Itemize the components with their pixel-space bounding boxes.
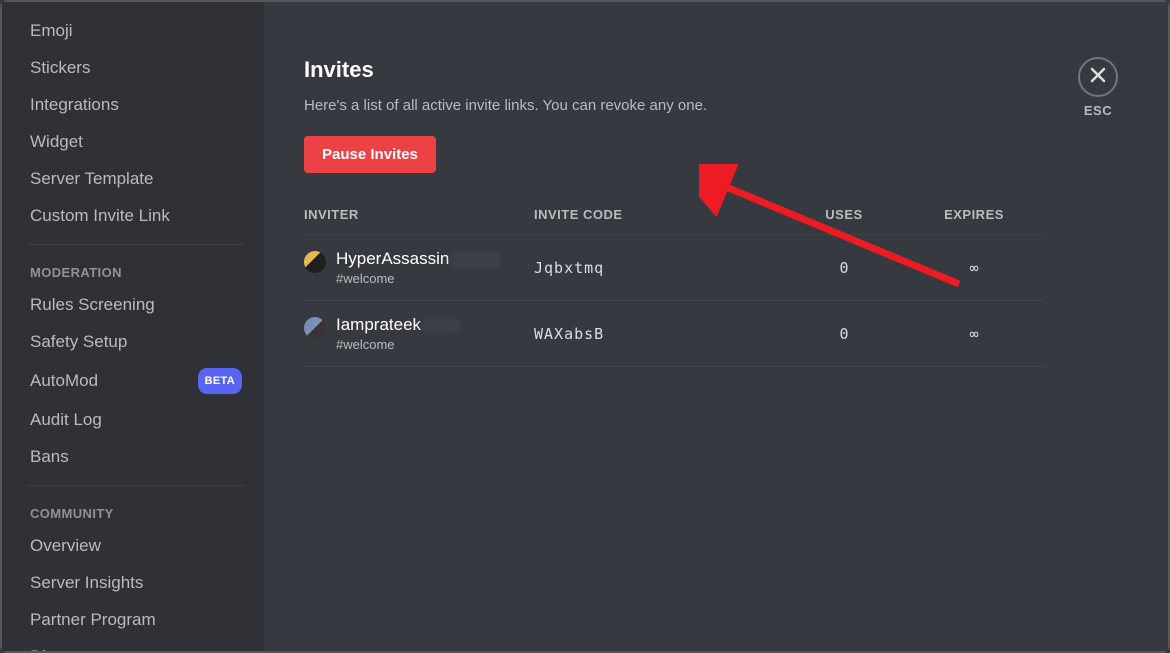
sidebar-item-integrations[interactable]: Integrations <box>20 87 252 123</box>
redacted-smudge <box>450 252 500 268</box>
sidebar-item-label: AutoMod <box>30 370 98 392</box>
sidebar-item-label: Rules Screening <box>30 294 155 316</box>
inviter-name: Iamprateek <box>336 315 460 335</box>
invites-table: INVITER INVITE CODE USES EXPIRES HyperAs… <box>304 207 1044 367</box>
avatar <box>304 317 326 339</box>
sidebar-item-label: Discovery <box>30 646 105 651</box>
close-icon <box>1089 66 1107 89</box>
th-code: INVITE CODE <box>534 207 779 222</box>
sidebar-divider <box>28 244 244 245</box>
sidebar-item-label: Emoji <box>30 20 73 42</box>
sidebar-divider <box>28 485 244 486</box>
sidebar-item-automod[interactable]: AutoMod BETA <box>20 361 252 401</box>
pause-invites-button[interactable]: Pause Invites <box>304 136 436 173</box>
invite-code: Jqbxtmq <box>534 259 779 277</box>
invite-expires: ∞ <box>909 259 1039 277</box>
page-title: Invites <box>304 57 1128 83</box>
table-row[interactable]: HyperAssassin #welcome Jqbxtmq 0 ∞ <box>304 234 1044 300</box>
sidebar-item-label: Bans <box>30 446 69 468</box>
sidebar-item-server-template[interactable]: Server Template <box>20 161 252 197</box>
sidebar-item-overview[interactable]: Overview <box>20 528 252 564</box>
table-row[interactable]: Iamprateek #welcome WAXabsB 0 ∞ <box>304 300 1044 367</box>
sidebar-item-label: Audit Log <box>30 409 102 431</box>
sidebar-item-label: Overview <box>30 535 101 557</box>
settings-sidebar: Emoji Stickers Integrations Widget Serve… <box>2 2 264 651</box>
sidebar-item-stickers[interactable]: Stickers <box>20 50 252 86</box>
sidebar-item-emoji[interactable]: Emoji <box>20 13 252 49</box>
inviter-channel: #welcome <box>336 337 460 352</box>
inviter-cell: HyperAssassin #welcome <box>304 249 534 286</box>
invite-uses: 0 <box>779 325 909 343</box>
th-inviter: INVITER <box>304 207 534 222</box>
invite-expires: ∞ <box>909 325 1039 343</box>
esc-label: ESC <box>1078 103 1118 118</box>
sidebar-item-audit-log[interactable]: Audit Log <box>20 402 252 438</box>
th-expires: EXPIRES <box>909 207 1039 222</box>
beta-badge: BETA <box>198 368 242 394</box>
sidebar-item-label: Safety Setup <box>30 331 127 353</box>
invite-code: WAXabsB <box>534 325 779 343</box>
sidebar-section-community: COMMUNITY <box>20 490 252 527</box>
inviter-cell: Iamprateek #welcome <box>304 315 534 352</box>
sidebar-item-discovery[interactable]: Discovery <box>20 639 252 651</box>
redacted-smudge <box>422 318 460 334</box>
sidebar-item-label: Partner Program <box>30 609 156 631</box>
sidebar-item-label: Custom Invite Link <box>30 205 170 227</box>
th-uses: USES <box>779 207 909 222</box>
sidebar-item-widget[interactable]: Widget <box>20 124 252 160</box>
avatar <box>304 251 326 273</box>
table-header: INVITER INVITE CODE USES EXPIRES <box>304 207 1044 234</box>
sidebar-item-label: Integrations <box>30 94 119 116</box>
sidebar-section-moderation: MODERATION <box>20 249 252 286</box>
inviter-channel: #welcome <box>336 271 500 286</box>
invite-uses: 0 <box>779 259 909 277</box>
inviter-name: HyperAssassin <box>336 249 500 269</box>
main-content: ESC Invites Here's a list of all active … <box>264 2 1168 651</box>
sidebar-item-label: Server Template <box>30 168 153 190</box>
close-button[interactable] <box>1078 57 1118 97</box>
sidebar-item-bans[interactable]: Bans <box>20 439 252 475</box>
sidebar-item-server-insights[interactable]: Server Insights <box>20 565 252 601</box>
sidebar-item-label: Stickers <box>30 57 90 79</box>
sidebar-item-partner-program[interactable]: Partner Program <box>20 602 252 638</box>
sidebar-item-safety-setup[interactable]: Safety Setup <box>20 324 252 360</box>
sidebar-item-rules-screening[interactable]: Rules Screening <box>20 287 252 323</box>
sidebar-item-label: Server Insights <box>30 572 143 594</box>
page-description: Here's a list of all active invite links… <box>304 97 1128 114</box>
sidebar-item-custom-invite-link[interactable]: Custom Invite Link <box>20 198 252 234</box>
sidebar-item-label: Widget <box>30 131 83 153</box>
close-area: ESC <box>1078 57 1118 118</box>
